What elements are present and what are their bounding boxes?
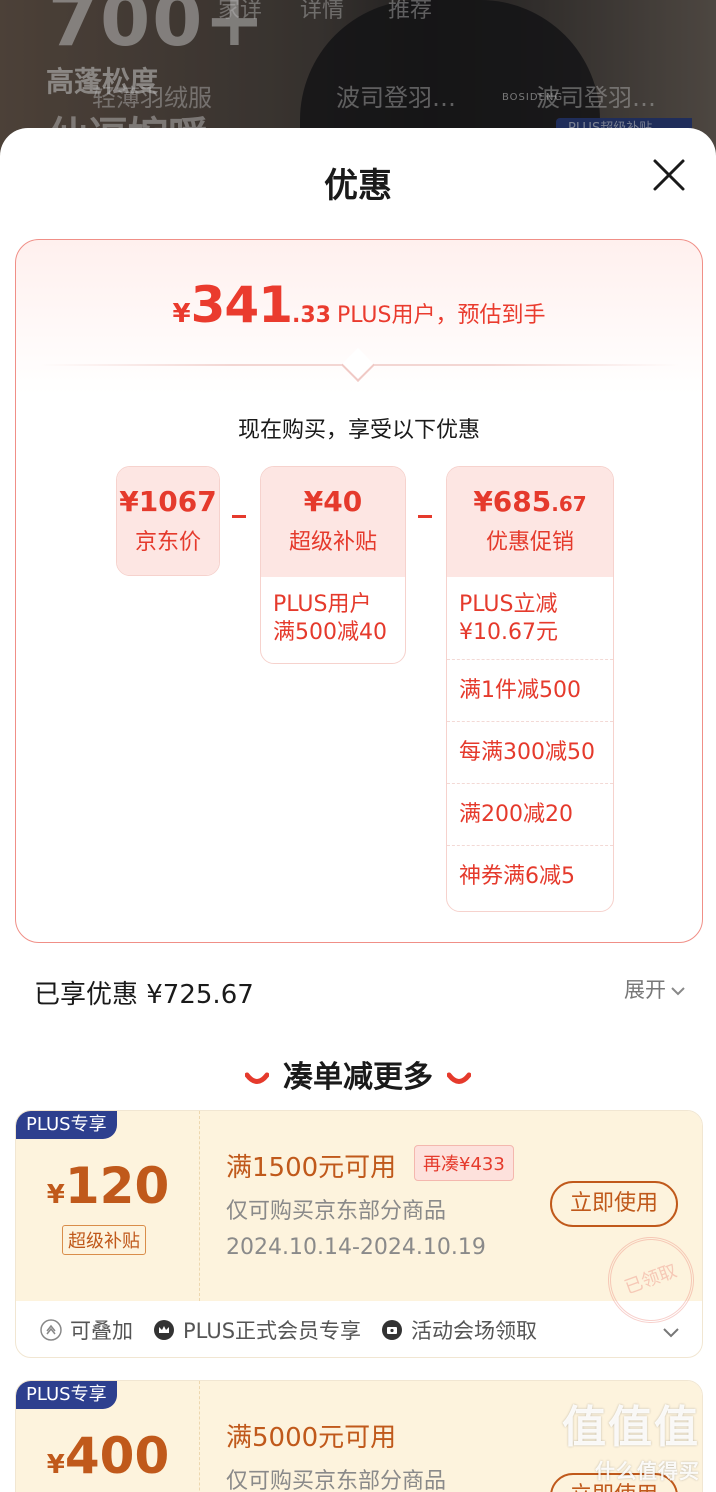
- promo-item: 满200减20: [447, 783, 613, 845]
- close-icon[interactable]: [652, 158, 686, 192]
- promo-item: 满1件减500: [447, 659, 613, 721]
- super-subsidy-tag: 超级补贴: [62, 1225, 146, 1255]
- ticket-icon: [382, 1320, 403, 1340]
- crown-icon: [154, 1320, 174, 1340]
- promo-label: 优惠促销: [485, 530, 574, 555]
- minus-sign: [418, 515, 432, 518]
- expand-label: 展开: [624, 978, 666, 1002]
- promo-item: PLUS立减¥10.67元: [459, 592, 558, 645]
- promo-amount: ¥685.67: [473, 485, 587, 518]
- subsidy-label: 超级补贴: [288, 530, 377, 555]
- promo-item: 每满300减50: [447, 721, 613, 783]
- coupon-date: 2024.10.14-2024.10.19: [226, 1235, 486, 1260]
- coupon-scope: 仅可购买京东部分商品: [226, 1199, 447, 1224]
- estimated-price: ¥341.33 PLUS用户，预估到手: [16, 276, 702, 334]
- feature-stackable: 可叠加: [40, 1315, 133, 1345]
- subsidy-detail: PLUS用户满500减40: [273, 592, 387, 645]
- subsidy-amount: ¥40: [303, 485, 363, 518]
- divider-notch: [341, 348, 375, 382]
- sheet-title: 优惠: [324, 166, 392, 206]
- price-integer: 341: [190, 276, 293, 334]
- more-section-title: 凑单减更多: [0, 1052, 716, 1096]
- coupon-gap-tag: 再凑¥433: [414, 1145, 514, 1181]
- coupon-scope: 仅可购买京东部分商品: [226, 1469, 447, 1492]
- promo-box: ¥685.67 优惠促销 PLUS立减¥10.67元 满1件减500 每满300…: [446, 466, 614, 912]
- jd-price-amount: ¥1067: [119, 485, 217, 518]
- jd-price-label: 京东价: [134, 530, 201, 555]
- subsidy-box: ¥40 超级补贴 PLUS用户满500减40: [260, 466, 406, 664]
- coupon-condition: 满1500元可用: [226, 1153, 397, 1183]
- coupon-value-area: PLUS专享 ¥400: [16, 1381, 200, 1492]
- buy-now-text: 现在购买，享受以下优惠: [237, 418, 480, 443]
- expand-button[interactable]: 展开: [624, 974, 686, 1004]
- chevron-down-icon: [671, 987, 685, 996]
- coupon-features: 可叠加 PLUS正式会员专享 活动会场领取: [16, 1301, 702, 1357]
- watermark-text: 什么值得买: [595, 1459, 700, 1483]
- use-now-button[interactable]: 立即使用: [550, 1181, 678, 1227]
- watermark-logo: 值值值: [562, 1402, 700, 1453]
- coupon-value-area: PLUS专享 ¥120 超级补贴: [16, 1111, 200, 1301]
- plus-exclusive-badge: PLUS专享: [16, 1381, 117, 1409]
- coupon-amount: ¥120: [46, 1157, 170, 1215]
- site-watermark: 值值值 什么值得买: [562, 1391, 700, 1484]
- price-summary-card: ¥341.33 PLUS用户，预估到手 现在购买，享受以下优惠 ¥1067 京东价…: [15, 239, 703, 943]
- price-decimal: .33: [291, 303, 331, 328]
- jd-price-box: ¥1067 京东价: [116, 466, 220, 576]
- plus-exclusive-badge: PLUS专享: [16, 1111, 117, 1139]
- chevron-down-icon[interactable]: [662, 1327, 680, 1339]
- discount-sheet: 优惠 ¥341.33 PLUS用户，预估到手 现在购买，享受以下优惠 ¥1067 …: [0, 128, 716, 1492]
- coupon-condition: 满5000元可用: [226, 1423, 397, 1453]
- total-discount: 已享优惠 ¥725.67: [34, 980, 254, 1010]
- smile-icon: [245, 1072, 269, 1084]
- price-note: PLUS用户，预估到手: [336, 303, 546, 328]
- currency-symbol: ¥: [172, 299, 191, 329]
- stack-icon: [40, 1319, 62, 1341]
- coupon-amount: ¥400: [46, 1427, 170, 1485]
- minus-sign: [232, 515, 246, 518]
- feature-plus-member: PLUS正式会员专享: [153, 1315, 361, 1345]
- coupon-card: PLUS专享 ¥120 超级补贴 满1500元可用 再凑¥433 仅可购买京东部…: [15, 1110, 703, 1358]
- feature-event-claim: 活动会场领取: [381, 1315, 537, 1345]
- promo-item: 神券满6减5: [447, 845, 613, 907]
- smile-icon: [447, 1072, 471, 1084]
